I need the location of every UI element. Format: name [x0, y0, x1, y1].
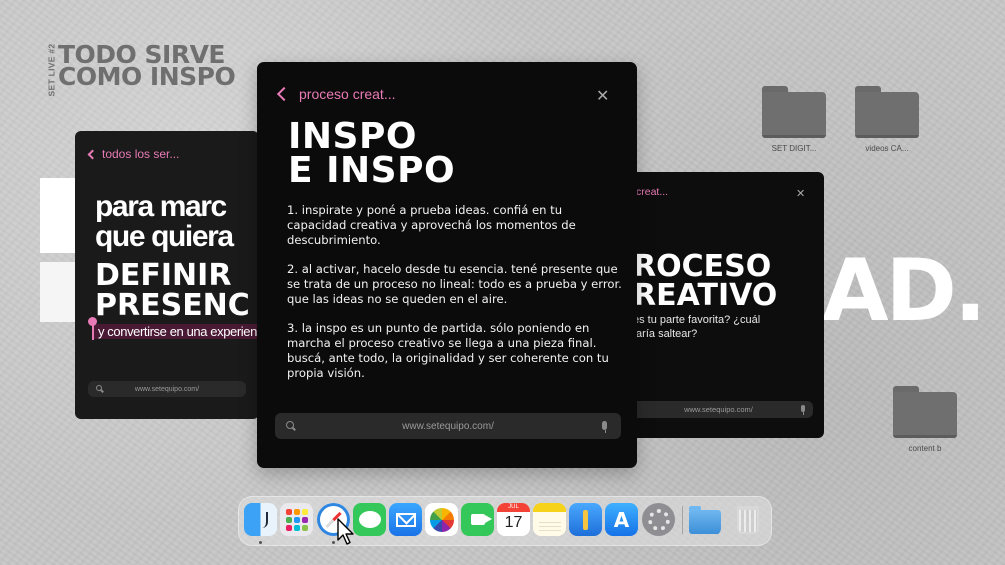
chevron-left-icon: [87, 149, 98, 159]
trash-icon[interactable]: [731, 503, 764, 536]
title-line: REATIVO: [633, 278, 778, 313]
messages-icon[interactable]: [353, 503, 386, 536]
keynote-icon[interactable]: [569, 503, 602, 536]
back-button[interactable]: proceso creat...: [276, 86, 396, 102]
notes-icon[interactable]: [533, 503, 566, 536]
title-line: INSPO: [288, 116, 417, 157]
back-button[interactable]: todos los ser...: [87, 147, 180, 161]
running-indicator: [259, 541, 262, 544]
brand-title-line2: COMO INSPO: [58, 62, 236, 91]
close-icon[interactable]: ✕: [596, 88, 609, 104]
title-line: E INSPO: [288, 150, 456, 191]
body-paragraph: 2. al activar, hacelo desde tu esencia. …: [287, 262, 622, 306]
right-window-text: es tu parte favorita? ¿cuál taría saltea…: [633, 313, 760, 341]
brand-tag-text: SET LIVE #2: [46, 43, 56, 97]
brand-tag: SET LIVE #2: [44, 43, 58, 97]
text-line: taría saltear?: [633, 328, 698, 340]
back-button[interactable]: creat...: [636, 186, 668, 198]
search-icon: [96, 385, 102, 391]
dock: JUL 17 A: [238, 496, 772, 546]
facetime-icon[interactable]: [461, 503, 494, 536]
brand-title: TODO SIRVE COMO INSPO: [58, 42, 236, 91]
photos-icon[interactable]: [425, 503, 458, 536]
main-window-body: 1. inspirate y poné a prueba ideas. conf…: [287, 203, 622, 395]
window-right: creat... ✕ ROCESO REATIVO es tu parte fa…: [624, 172, 824, 438]
desktop-folder-set-digit[interactable]: SET DIGIT...: [759, 86, 829, 153]
app-store-icon[interactable]: A: [605, 503, 638, 536]
calendar-day: 17: [504, 514, 523, 531]
url-text: www.setequipo.com/: [684, 405, 753, 414]
left-window-headline: para marc que quiera: [95, 190, 234, 253]
calendar-icon[interactable]: JUL 17: [497, 503, 530, 536]
mouse-pointer-icon: [337, 518, 354, 545]
desktop-folder-content[interactable]: content b: [890, 386, 960, 453]
folder-icon: [762, 86, 826, 138]
close-icon[interactable]: ✕: [796, 188, 805, 199]
window-main: proceso creat... ✕ INSPO E INSPO 1. insp…: [257, 62, 637, 468]
launchpad-icon[interactable]: [280, 503, 313, 536]
folder-label: videos CA...: [865, 144, 909, 153]
title-line: ROCESO: [633, 249, 772, 284]
headline-line: para marc: [95, 190, 227, 223]
text-line: es tu parte favorita? ¿cuál: [633, 314, 761, 326]
url-bar[interactable]: www.setequipo.com/: [624, 401, 813, 418]
microphone-icon[interactable]: [801, 405, 805, 415]
app-store-glyph: A: [613, 507, 630, 532]
system-settings-icon[interactable]: [642, 503, 675, 536]
headline-line: que quiera: [95, 220, 234, 253]
url-bar[interactable]: www.setequipo.com/: [88, 381, 246, 397]
text-cursor-handle: [88, 317, 97, 326]
desktop-folder-videos[interactable]: videos CA...: [852, 86, 922, 153]
back-label: todos los ser...: [102, 147, 180, 161]
back-label: creat...: [636, 186, 669, 198]
downloads-folder-icon[interactable]: [688, 503, 721, 536]
bold-line: DEFINIR: [95, 258, 232, 293]
mail-icon[interactable]: [389, 503, 422, 536]
bold-line: PRESENC: [95, 288, 250, 323]
chevron-left-icon: [276, 86, 292, 102]
search-icon: [286, 421, 294, 429]
background-headline: AD.: [822, 241, 987, 341]
folder-icon: [855, 86, 919, 138]
url-bar[interactable]: www.setequipo.com/: [275, 413, 621, 439]
url-text: www.setequipo.com/: [402, 420, 494, 432]
background-letter-block: [40, 262, 80, 322]
brand-mark: SET LIVE #2 TODO SIRVE COMO INSPO: [44, 42, 244, 100]
folder-icon: [893, 386, 957, 438]
folder-label: content b: [908, 444, 942, 453]
calendar-month: JUL: [497, 503, 530, 512]
finder-icon[interactable]: [244, 503, 277, 536]
folder-label: SET DIGIT...: [771, 144, 817, 153]
left-window-bold-headline: DEFINIR PRESENC: [95, 261, 250, 321]
left-window-subtext: y convertirse en una experien: [94, 324, 259, 339]
url-text: www.setequipo.com/: [134, 385, 200, 393]
body-paragraph: 3. la inspo es un punto de partida. sólo…: [287, 321, 609, 380]
right-window-title: ROCESO REATIVO: [633, 249, 778, 313]
main-window-title: INSPO E INSPO: [288, 116, 456, 191]
dock-separator: [682, 506, 683, 534]
window-left: todos los ser... para marc que quiera DE…: [75, 131, 259, 419]
microphone-icon[interactable]: [602, 421, 607, 433]
body-paragraph: 1. inspirate y poné a prueba ideas. conf…: [287, 203, 576, 247]
back-label: proceso creat...: [299, 86, 396, 102]
running-indicator: [332, 541, 335, 544]
